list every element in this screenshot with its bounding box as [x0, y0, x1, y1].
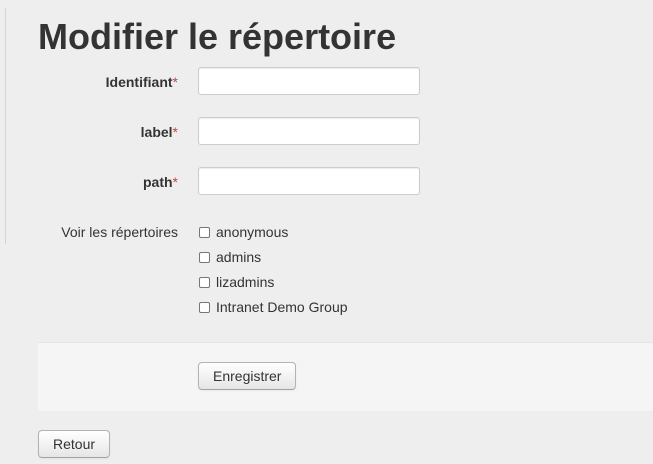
group-option-label: lizadmins — [216, 274, 275, 290]
group-option-label: Intranet Demo Group — [216, 299, 348, 315]
label-input[interactable] — [198, 117, 420, 145]
identifiant-input[interactable] — [198, 67, 420, 95]
required-marker: * — [172, 74, 178, 90]
label-label: label* — [140, 124, 178, 140]
save-button[interactable]: Enregistrer — [198, 362, 297, 390]
back-button[interactable]: Retour — [38, 430, 111, 458]
admins-checkbox[interactable] — [199, 252, 210, 263]
identifiant-label: Identifiant* — [105, 74, 178, 90]
lizadmins-checkbox[interactable] — [199, 277, 210, 288]
page-title: Modifier le répertoire — [38, 16, 397, 57]
groups-label: Voir les répertoires — [61, 224, 178, 240]
group-option-admins[interactable]: admins — [199, 248, 261, 266]
intranet-demo-group-checkbox[interactable] — [199, 302, 210, 313]
group-option-lizadmins[interactable]: lizadmins — [199, 273, 274, 291]
group-option-intranet-demo-group[interactable]: Intranet Demo Group — [199, 298, 348, 316]
sidebar-edge — [0, 8, 6, 244]
form-actions — [38, 342, 653, 411]
group-option-label: anonymous — [216, 224, 289, 240]
group-option-anonymous[interactable]: anonymous — [199, 223, 288, 241]
path-label: path* — [142, 174, 178, 190]
path-input[interactable] — [198, 167, 420, 195]
required-marker: * — [172, 174, 178, 190]
anonymous-checkbox[interactable] — [199, 227, 210, 238]
required-marker: * — [172, 124, 178, 140]
group-option-label: admins — [216, 249, 262, 265]
